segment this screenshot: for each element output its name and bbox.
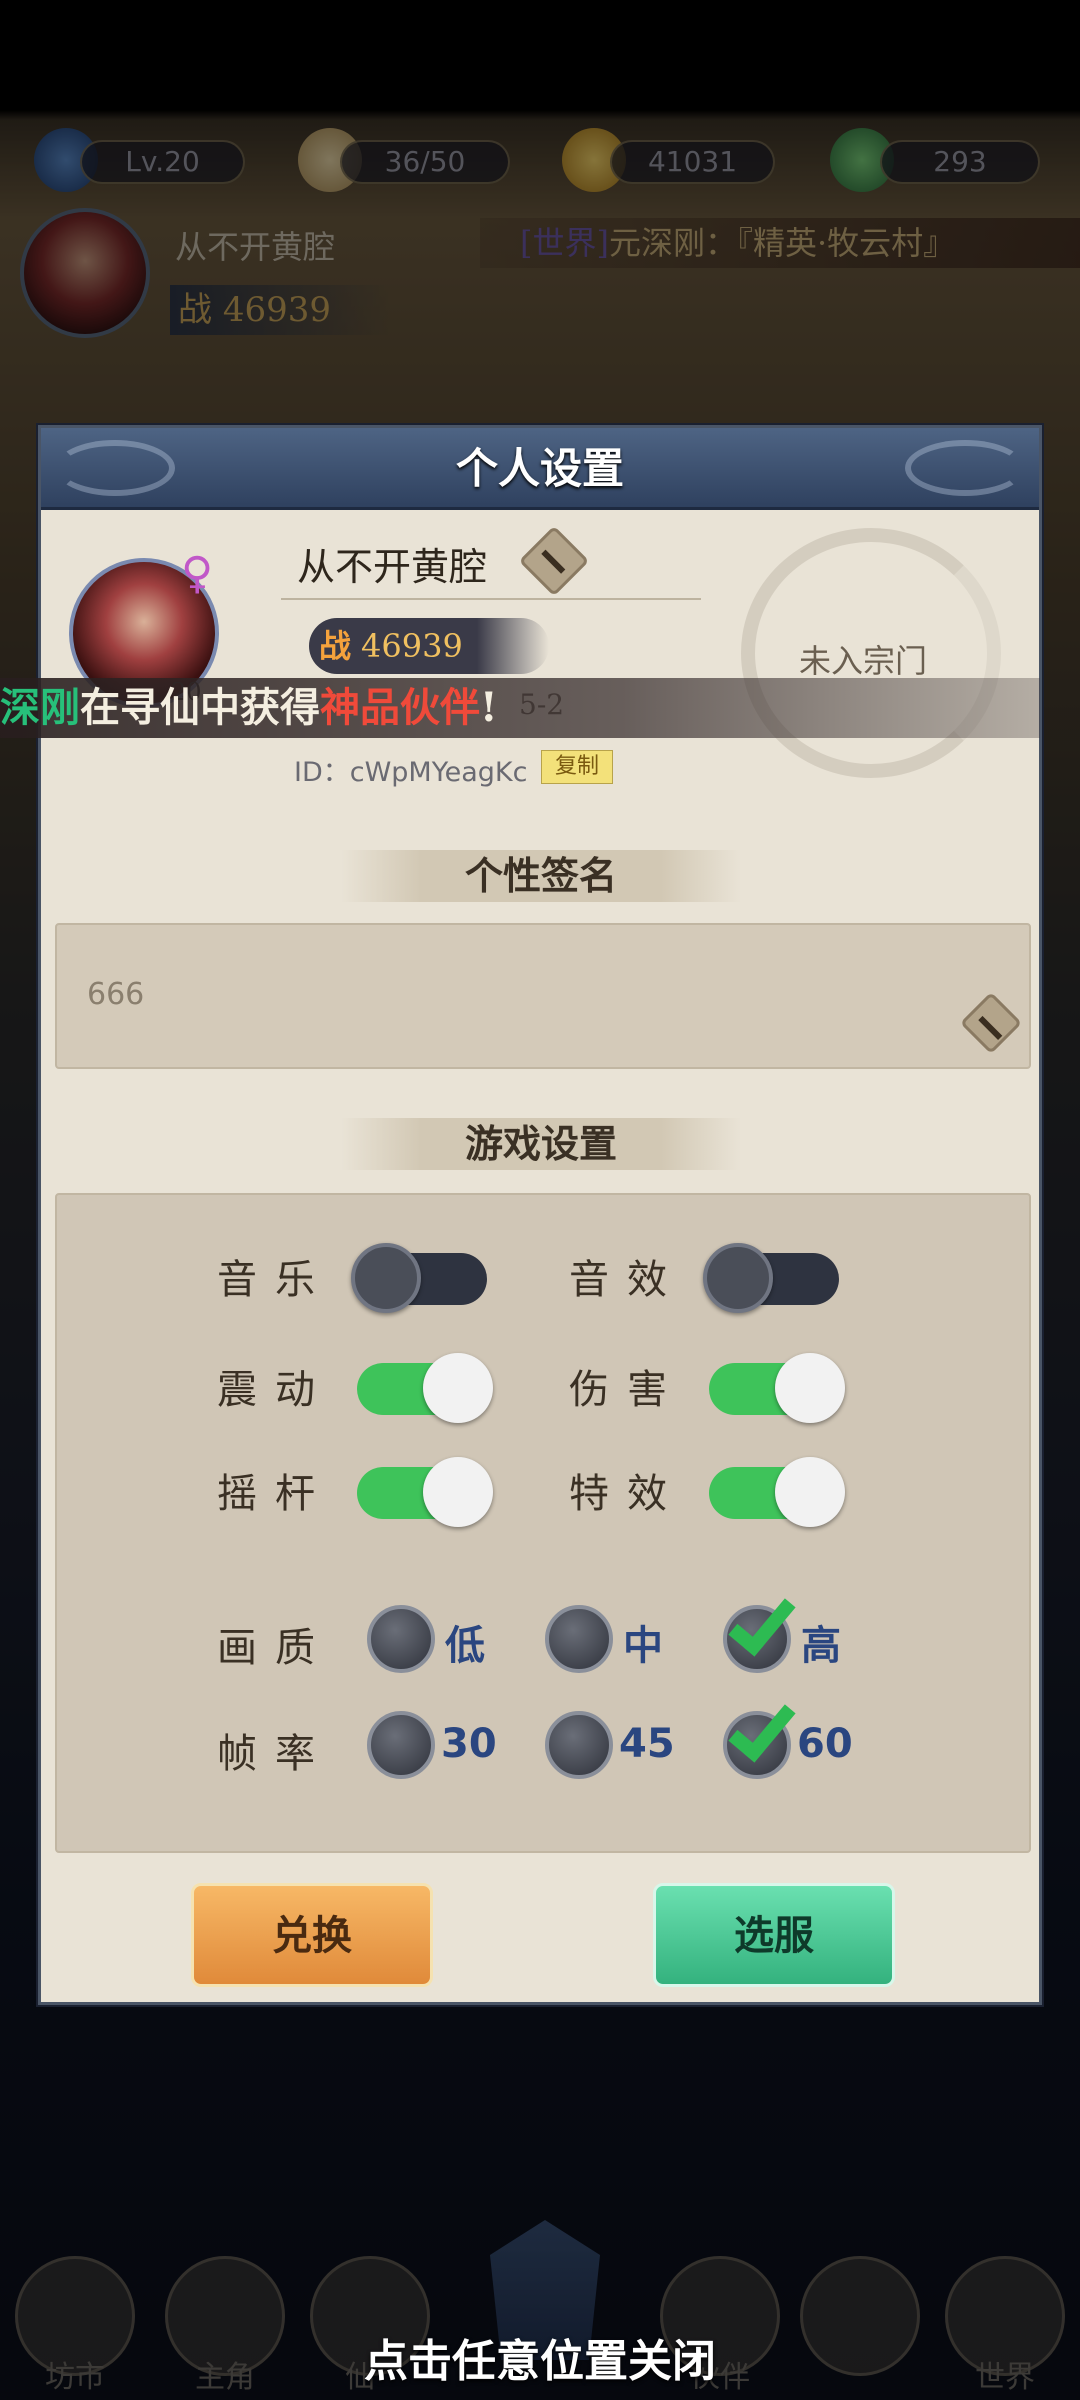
power-value: 46939: [361, 627, 463, 665]
sfx-toggle[interactable]: [703, 1243, 839, 1313]
gender-female-icon: ♀: [181, 548, 214, 599]
fps-60-label: 60: [797, 1721, 853, 1767]
announcement-ticker: 深刚在寻仙中获得神品伙伴!: [0, 678, 1040, 738]
quality-label: 画质: [217, 1625, 333, 1671]
redeem-button[interactable]: 兑换: [191, 1883, 433, 1987]
game-settings-panel: 音乐 音效 震动 伤害 摇杆 特效 画质 低 中 高 帧率 30 45 60: [55, 1193, 1031, 1853]
power-label: 战: [319, 627, 352, 665]
edit-name-icon[interactable]: [518, 525, 590, 597]
edit-signature-icon[interactable]: [959, 991, 1023, 1055]
select-server-button[interactable]: 选服: [653, 1883, 895, 1987]
effects-toggle[interactable]: [709, 1457, 845, 1527]
joystick-toggle[interactable]: [357, 1457, 493, 1527]
name-divider: [281, 598, 701, 600]
quality-high-label: 高: [801, 1622, 841, 1669]
ticker-middle-text: 在寻仙中获得: [80, 684, 320, 731]
toggle-knob: [423, 1457, 493, 1527]
joystick-label: 摇杆: [217, 1471, 333, 1517]
signature-box[interactable]: 666: [55, 923, 1031, 1069]
toggle-knob: [775, 1353, 845, 1423]
vibration-label: 震动: [217, 1367, 333, 1413]
toggle-knob: [703, 1243, 773, 1313]
personal-settings-dialog: 个人设置 ♀ 20 从不开黄腔 战46939 5-2 未入宗门 ID：cWpMY…: [38, 425, 1042, 2005]
signature-section-title: 个性签名: [341, 850, 741, 902]
ticker-player-name: 深刚: [0, 684, 80, 731]
player-id: ID：cWpMYeagKc: [294, 757, 528, 788]
ticker-end: !: [480, 684, 498, 731]
quality-mid-label: 中: [623, 1622, 663, 1669]
vibration-toggle[interactable]: [357, 1353, 493, 1423]
quality-mid-radio[interactable]: [545, 1605, 613, 1673]
profile-power: 战 46939: [309, 618, 549, 674]
close-hint: 点击任意位置关闭: [364, 2336, 716, 2387]
sfx-label: 音效: [569, 1257, 685, 1303]
ticker-item-name: 神品伙伴: [320, 684, 480, 731]
toggle-knob: [775, 1457, 845, 1527]
fps-45-label: 45: [619, 1721, 675, 1767]
effects-label: 特效: [569, 1471, 685, 1517]
dialog-header: 个人设置: [41, 428, 1039, 510]
toggle-knob: [351, 1243, 421, 1313]
framerate-label: 帧率: [217, 1731, 333, 1777]
fps-30-radio[interactable]: [367, 1711, 435, 1779]
music-toggle[interactable]: [351, 1243, 487, 1313]
fps-30-label: 30: [441, 1721, 497, 1767]
damage-label: 伤害: [569, 1367, 685, 1413]
music-label: 音乐: [217, 1257, 333, 1303]
dialog-title: 个人设置: [455, 444, 624, 493]
fps-45-radio[interactable]: [545, 1711, 613, 1779]
sect-status: 未入宗门: [799, 642, 928, 680]
toggle-knob: [423, 1353, 493, 1423]
profile-name: 从不开黄腔: [297, 545, 488, 589]
quality-low-label: 低: [445, 1622, 485, 1669]
copy-id-button[interactable]: 复制: [541, 750, 613, 784]
signature-text: 666: [87, 977, 145, 1012]
damage-toggle[interactable]: [709, 1353, 845, 1423]
game-settings-section-title: 游戏设置: [341, 1118, 741, 1170]
quality-low-radio[interactable]: [367, 1605, 435, 1673]
